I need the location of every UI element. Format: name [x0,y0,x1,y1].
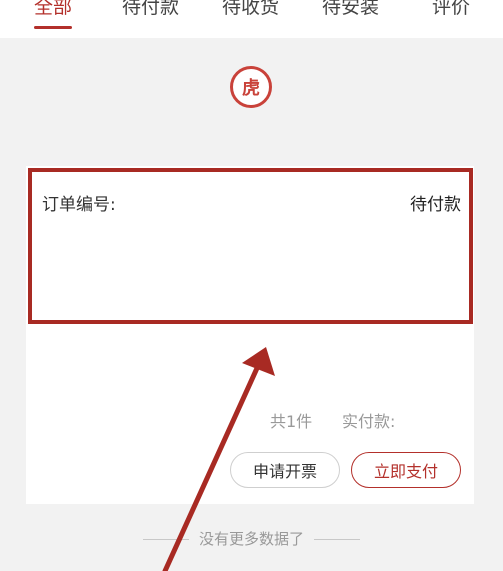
brand-logo: 虎 [230,66,272,108]
active-tab-indicator [34,26,72,29]
no-more-data-text: 没有更多数据了 [198,530,304,548]
request-invoice-button[interactable]: 申请开票 [230,452,340,488]
divider-left [142,539,189,540]
tab-pending-install[interactable]: 待安装 [322,0,379,19]
tab-all[interactable]: 全部 [34,0,72,19]
item-count: 共1件 [270,412,313,431]
tab-review[interactable]: 评价 [432,0,470,19]
tab-pending-receipt[interactable]: 待收货 [222,0,279,19]
logo-glyph: 虎 [242,78,260,99]
divider-right [314,539,360,540]
paid-amount-label: 实付款: [342,412,396,431]
annotation-highlight-box [28,168,473,324]
tab-pending-payment[interactable]: 待付款 [122,0,179,19]
order-tabs: 全部 待付款 待收货 待安装 评价 [0,0,503,38]
pay-now-button[interactable]: 立即支付 [351,452,461,488]
no-more-data-note: 没有更多数据了 [0,528,503,549]
